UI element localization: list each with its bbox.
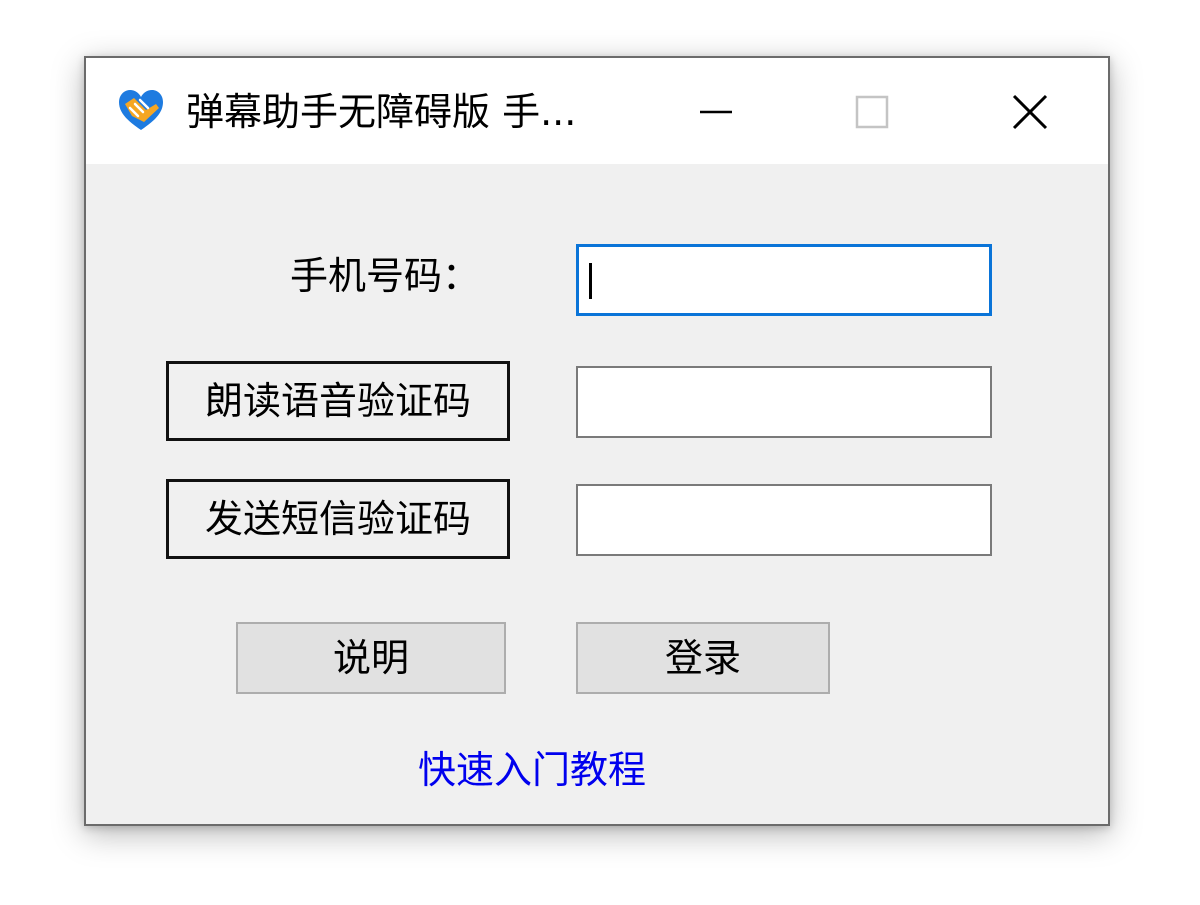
- login-button[interactable]: 登录: [576, 622, 830, 694]
- phone-label: 手机号码：: [290, 254, 481, 298]
- quickstart-link[interactable]: 快速入门教程: [418, 744, 646, 796]
- sms-code-input[interactable]: [576, 484, 992, 556]
- title-bar[interactable]: 弹幕助手无障碍版 手...: [86, 58, 1108, 164]
- help-button[interactable]: 说明: [236, 622, 506, 694]
- voice-code-input[interactable]: [576, 366, 992, 438]
- maximize-icon: [855, 95, 889, 129]
- window-title: 弹幕助手无障碍版 手...: [186, 90, 577, 134]
- text-caret: [589, 263, 592, 299]
- login-window: 弹幕助手无障碍版 手... 手机号码： 朗读语音验证码 发送短信验证码 说明 登…: [84, 56, 1110, 826]
- phone-input[interactable]: [576, 244, 992, 316]
- close-button[interactable]: [990, 80, 1070, 144]
- maximize-button[interactable]: [832, 80, 912, 144]
- voice-code-button[interactable]: 朗读语音验证码: [166, 361, 510, 441]
- heart-hand-icon: [119, 90, 163, 130]
- sms-code-button[interactable]: 发送短信验证码: [166, 479, 510, 559]
- minimize-button[interactable]: [676, 80, 756, 144]
- close-icon: [1012, 94, 1048, 130]
- minimize-icon: [700, 110, 732, 114]
